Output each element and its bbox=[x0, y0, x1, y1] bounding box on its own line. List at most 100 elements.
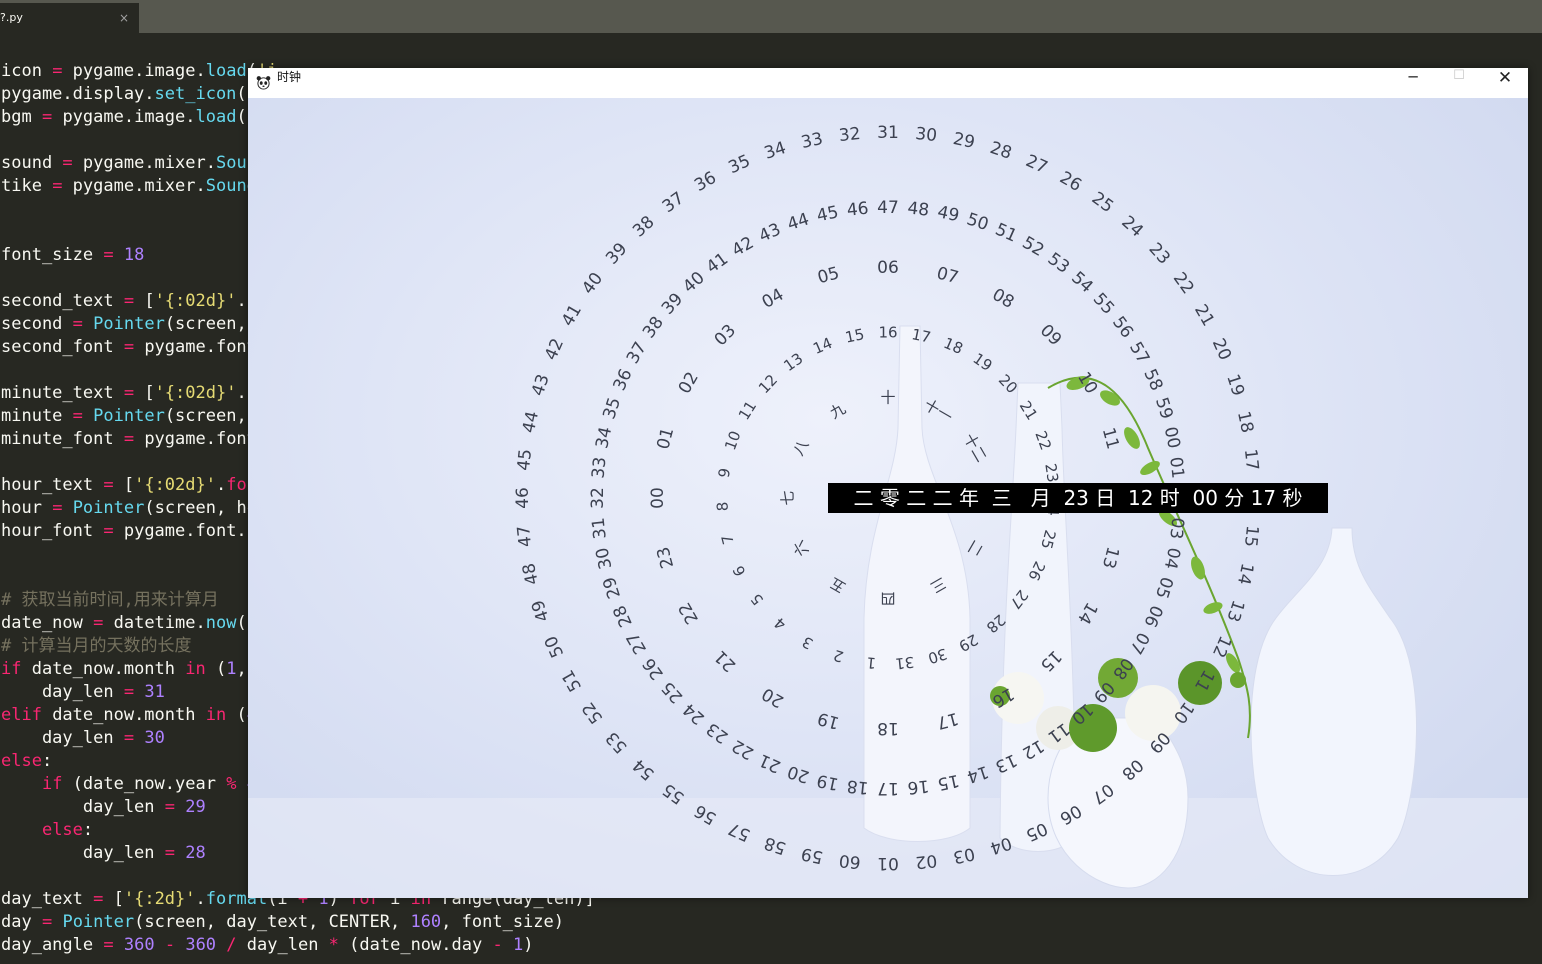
code-line: if (date_now.year % 4 bbox=[41, 774, 257, 794]
minute-label: 00 bbox=[1160, 425, 1184, 450]
day-label: 16 bbox=[878, 324, 897, 342]
code-line: minute = Pointer(screen, bbox=[1, 406, 247, 426]
month-label: 七 bbox=[779, 490, 797, 505]
day-label: 10 bbox=[721, 428, 745, 452]
code-line: # 获取当前时间,用来计算月 bbox=[1, 590, 219, 610]
second-label: 02 bbox=[914, 850, 938, 872]
code-line: day_angle = 360 - 360 / day_len * (date_… bbox=[1, 935, 534, 955]
second-label: 30 bbox=[914, 124, 938, 146]
code-line: tike = pygame.mixer.Sound bbox=[1, 176, 257, 196]
minute-label: 37 bbox=[623, 339, 651, 368]
month-label: 六 bbox=[789, 537, 812, 559]
month-label: 十 bbox=[880, 389, 895, 407]
code-line: hour_text = ['{:02d}'.for bbox=[1, 475, 257, 495]
second-label: 24 bbox=[1117, 212, 1146, 241]
second-label: 41 bbox=[558, 301, 586, 330]
minute-label: 29 bbox=[599, 574, 625, 601]
code-line: else: bbox=[1, 751, 53, 771]
second-label: 47 bbox=[514, 524, 536, 548]
second-label: 35 bbox=[726, 151, 754, 178]
day-label: 17 bbox=[910, 325, 932, 346]
hour-label: 10 bbox=[1073, 369, 1101, 398]
minute-label: 45 bbox=[815, 202, 840, 226]
minute-label: 46 bbox=[846, 199, 870, 221]
code-line: second = Pointer(screen, bbox=[1, 314, 247, 334]
minute-label: 23 bbox=[703, 718, 732, 747]
hour-label: 20 bbox=[759, 683, 788, 711]
minute-label: 47 bbox=[877, 198, 899, 218]
second-label: 38 bbox=[629, 212, 658, 241]
hour-label: 11 bbox=[1098, 425, 1123, 451]
second-label: 52 bbox=[578, 698, 607, 727]
editor-tab[interactable]: ?.py × bbox=[0, 3, 139, 33]
second-label: 13 bbox=[1222, 597, 1248, 624]
code-line: date_now = datetime.now() bbox=[1, 613, 257, 633]
second-label: 23 bbox=[1145, 239, 1174, 268]
minute-label: 35 bbox=[599, 395, 625, 422]
minute-label: 30 bbox=[592, 546, 616, 571]
day-label: 1 bbox=[866, 653, 877, 672]
hour-label: 06 bbox=[877, 258, 899, 278]
code-line: minute_text = ['{:02d}'.f bbox=[1, 383, 257, 403]
month-label: 五 bbox=[827, 573, 849, 596]
day-label: 9 bbox=[715, 467, 734, 479]
minute-label: 50 bbox=[964, 209, 991, 235]
minute-label: 56 bbox=[1108, 313, 1137, 342]
code-line: day = Pointer(screen, day_text, CENTER, … bbox=[1, 912, 564, 932]
minute-label: 32 bbox=[588, 487, 608, 509]
hour-label: 21 bbox=[711, 646, 740, 675]
second-label: 25 bbox=[1088, 188, 1117, 217]
hour-label: 08 bbox=[989, 285, 1018, 313]
minute-label: 17 bbox=[877, 778, 899, 798]
minute-label: 59 bbox=[1151, 395, 1177, 422]
tab-close-icon[interactable]: × bbox=[119, 3, 129, 33]
minute-label: 42 bbox=[729, 233, 758, 261]
code-line: if date_now.month in (1, bbox=[1, 659, 247, 679]
month-label: 四 bbox=[880, 590, 895, 608]
plant-leaves bbox=[1066, 376, 1240, 673]
minute-label: 21 bbox=[756, 749, 784, 776]
second-label: 43 bbox=[528, 372, 554, 399]
hour-label: 07 bbox=[934, 263, 960, 288]
second-label: 44 bbox=[519, 409, 543, 434]
code-line: day_len = 30 bbox=[1, 728, 165, 748]
hour-label: 04 bbox=[759, 285, 788, 313]
code-line: minute_font = pygame.font bbox=[1, 429, 257, 449]
hour-label: 18 bbox=[877, 718, 899, 738]
day-label: 18 bbox=[941, 334, 966, 358]
second-label: 60 bbox=[838, 850, 862, 872]
day-label: 5 bbox=[747, 590, 767, 609]
second-label: 21 bbox=[1190, 301, 1218, 330]
second-label: 27 bbox=[1023, 151, 1051, 178]
large-vase bbox=[1250, 527, 1417, 876]
second-label: 20 bbox=[1208, 336, 1235, 364]
minute-label: 53 bbox=[1044, 249, 1073, 278]
second-label: 17 bbox=[1240, 448, 1262, 472]
minute-label: 34 bbox=[592, 425, 616, 450]
day-label: 7 bbox=[718, 533, 738, 547]
day-label: 13 bbox=[780, 349, 806, 375]
second-label: 46 bbox=[513, 487, 533, 509]
hour-label: 02 bbox=[675, 369, 703, 398]
code-line: hour_font = pygame.font.F bbox=[1, 521, 257, 541]
second-label: 34 bbox=[762, 138, 789, 164]
second-label: 14 bbox=[1233, 561, 1257, 586]
second-label: 51 bbox=[558, 666, 586, 695]
second-label: 32 bbox=[838, 124, 862, 146]
hour-label: 23 bbox=[653, 544, 678, 570]
hour-label: 01 bbox=[653, 425, 678, 451]
hour-label: 00 bbox=[648, 487, 668, 509]
minimize-button[interactable]: ─ bbox=[1390, 68, 1436, 98]
second-label: 54 bbox=[629, 755, 658, 784]
window-titlebar[interactable]: 时钟 ─ ☐ ✕ bbox=[248, 68, 1528, 98]
second-label: 29 bbox=[951, 129, 976, 153]
close-button[interactable]: ✕ bbox=[1482, 68, 1528, 98]
code-line: elif date_now.month in (4 bbox=[1, 705, 257, 725]
minute-label: 48 bbox=[906, 199, 930, 221]
second-label: 15 bbox=[1240, 524, 1262, 548]
day-label: 11 bbox=[735, 398, 760, 424]
minute-label: 49 bbox=[936, 202, 961, 226]
maximize-button[interactable]: ☐ bbox=[1436, 68, 1482, 98]
code-line: # 计算当月的天数的长度 bbox=[1, 636, 192, 656]
second-label: 22 bbox=[1169, 269, 1198, 298]
